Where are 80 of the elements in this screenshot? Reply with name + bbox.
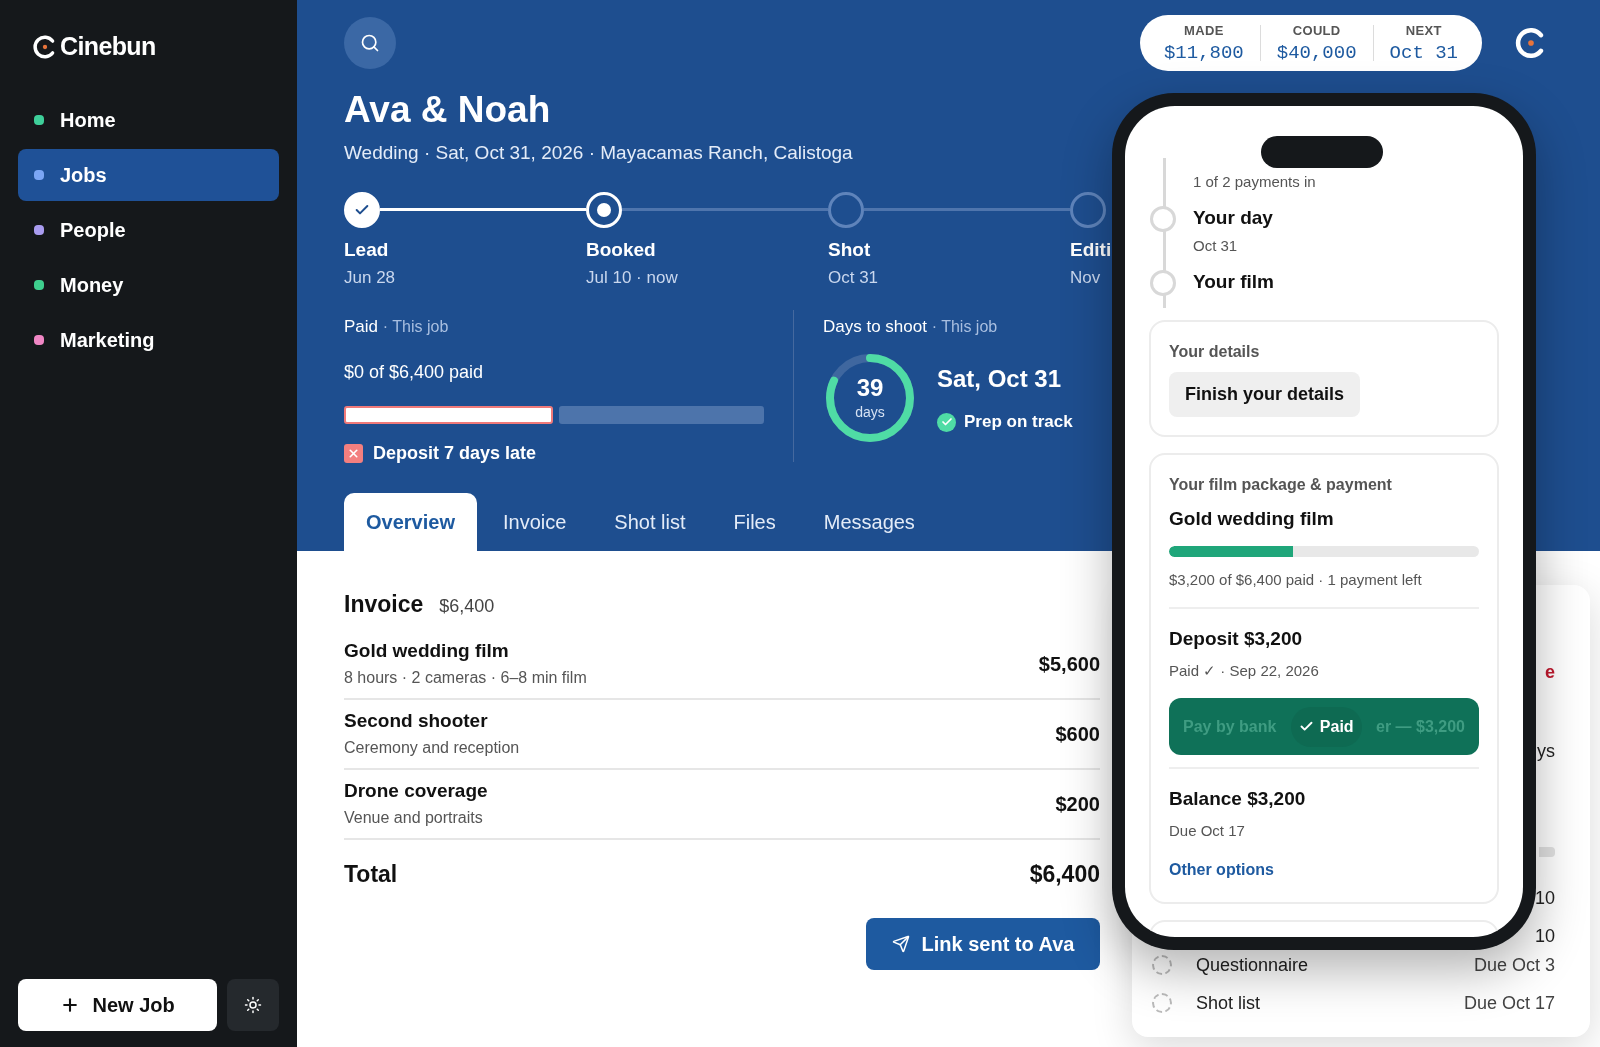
sun-icon	[244, 996, 263, 1014]
line-item-name: Gold wedding film	[344, 639, 510, 664]
finish-details-button[interactable]: Finish your details	[1169, 372, 1361, 417]
text-fragment: ys	[1537, 740, 1555, 763]
invoice-amount: $6,400	[439, 595, 495, 618]
tab[interactable]: Files	[711, 493, 798, 551]
task-name: Questionnaire	[1196, 953, 1309, 977]
tab[interactable]: Invoice	[480, 493, 589, 551]
stage-date: Oct 31	[828, 266, 879, 289]
invoice-heading: Invoice	[344, 590, 424, 619]
balance-title: Balance $3,200	[1169, 787, 1306, 811]
text-fragment: 10	[1534, 887, 1555, 910]
timeline-subtitle: Oct 31	[1193, 236, 1239, 256]
check-icon	[937, 412, 956, 432]
task-name: Shot list	[1196, 991, 1261, 1015]
payment-summary: $3,200 of $6,400 paid · 1 payment left	[1169, 569, 1422, 590]
paid-heading: Paid · This job	[344, 315, 449, 338]
stat-value: Oct 31	[1389, 40, 1458, 65]
total-label: Total	[344, 860, 398, 890]
paid-summary: $0 of $6,400 paid	[344, 361, 484, 384]
tab[interactable]: Shot list	[592, 493, 708, 551]
stat-label: MADE	[1184, 22, 1224, 41]
deposit-title: Deposit $3,200	[1169, 627, 1303, 651]
brand-name: Cinebun	[60, 31, 156, 62]
nav-item[interactable]: Jobs	[18, 148, 279, 201]
card-title: Your film package & payment	[1169, 475, 1392, 495]
timeline-subtitle: 1 of 2 payments in	[1193, 172, 1316, 192]
countdown-heading: Days to shoot · This job	[823, 315, 998, 338]
job-subtitle: Wedding · Sat, Oct 31, 2026 · Mayacamas Ranch, Calistoga	[344, 141, 853, 165]
task-due: Due Oct 3	[1473, 953, 1555, 977]
nav-item[interactable]: Home	[18, 93, 279, 146]
task-due: Due Oct 17	[1463, 991, 1555, 1015]
package-name: Gold wedding film	[1169, 507, 1334, 531]
send-icon	[891, 934, 910, 953]
stage-label: Shot	[828, 237, 871, 262]
job-title: Ava & Noah	[344, 89, 551, 131]
line-item-name: Drone coverage	[344, 779, 488, 804]
line-item-detail: 8 hours · 2 cameras · 6–8 min film	[344, 667, 587, 688]
search-button[interactable]	[344, 17, 396, 69]
other-options-link[interactable]: Other options	[1169, 858, 1274, 882]
deposit-status: Paid ✓ · Sep 22, 2026	[1169, 660, 1319, 681]
line-item-detail: Ceremony and reception	[344, 737, 520, 758]
search-icon	[360, 33, 380, 53]
stat-label: COULD	[1292, 22, 1341, 41]
stage-label: Lead	[344, 237, 389, 262]
nav-item[interactable]: People	[18, 203, 279, 256]
send-link-button[interactable]: Link sent to Ava	[866, 917, 1100, 970]
countdown-number: 39	[856, 373, 884, 402]
countdown-unit: days	[855, 402, 885, 422]
total-amount: $6,400	[1029, 860, 1100, 890]
stage-label: Editi	[1070, 237, 1112, 262]
balance-due: Due Oct 17	[1169, 820, 1245, 841]
text-fragment: e	[1545, 661, 1555, 684]
new-job-button[interactable]: New Job	[18, 979, 218, 1031]
check-icon	[1298, 719, 1314, 734]
card-title: Your details	[1169, 342, 1260, 362]
shoot-date: Sat, Oct 31	[937, 364, 1063, 395]
theme-toggle-button[interactable]	[227, 979, 279, 1031]
timeline-title: Your day	[1193, 206, 1273, 230]
line-item-detail: Venue and portraits	[344, 807, 484, 828]
tab[interactable]: Messages	[801, 493, 937, 551]
nav-item[interactable]: Money	[18, 258, 279, 311]
line-item-price: $600	[1055, 721, 1100, 747]
timeline-title: Your film	[1193, 270, 1274, 294]
stat-label: NEXT	[1405, 22, 1442, 41]
line-item-price: $200	[1055, 791, 1100, 817]
line-item-price: $5,600	[1038, 651, 1100, 677]
deposit-alert-text: Deposit 7 days late	[373, 442, 537, 465]
alert-icon	[344, 444, 363, 463]
stat-value: $40,000	[1276, 40, 1357, 65]
stage-date: Jul 10 · now	[586, 266, 678, 289]
text-fragment: 10	[1534, 925, 1555, 948]
prep-status: Prep on track	[964, 411, 1073, 434]
stage-date: Jun 28	[344, 266, 396, 289]
line-item-name: Second shooter	[344, 709, 489, 734]
stage-label: Booked	[586, 237, 656, 262]
stage-date: Nov	[1070, 266, 1101, 289]
tab[interactable]: Overview	[344, 493, 477, 551]
stat-value: $11,800	[1163, 40, 1244, 65]
nav-item[interactable]: Marketing	[18, 313, 279, 366]
